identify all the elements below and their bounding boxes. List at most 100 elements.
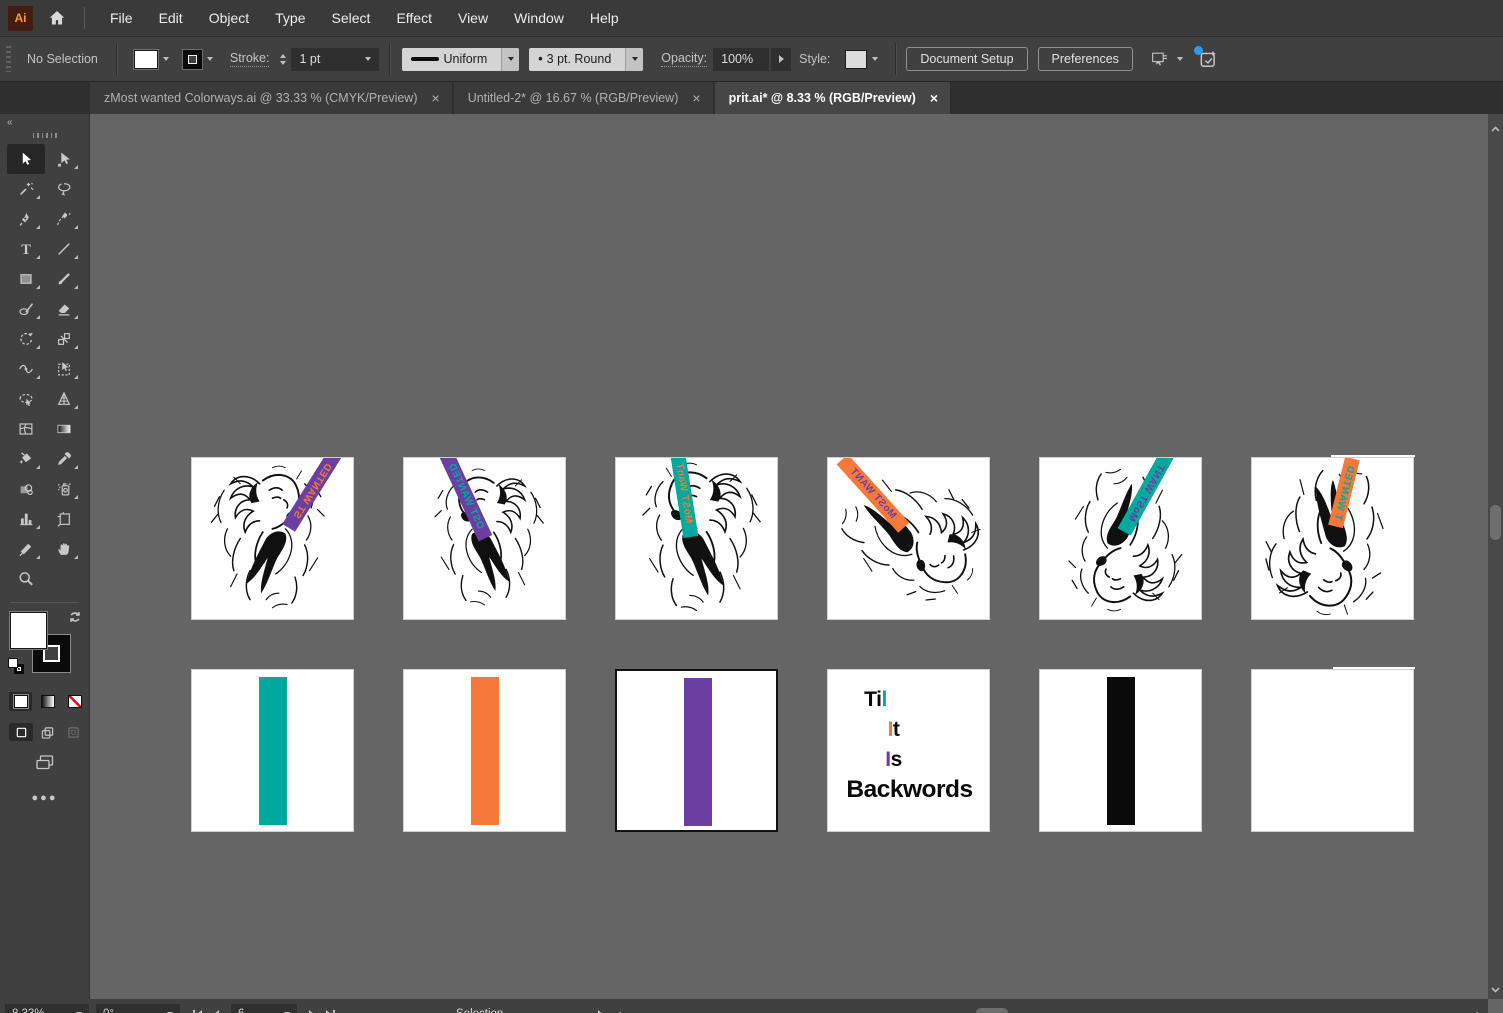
zoom-level-select[interactable]: 8.33%: [5, 1004, 89, 1013]
opacity-expand-button[interactable]: [771, 47, 792, 71]
fill-swatch[interactable]: [10, 612, 47, 649]
rotate-tool[interactable]: [7, 324, 45, 354]
chevron-down-icon[interactable]: [625, 47, 644, 71]
opacity-panel-link[interactable]: Opacity:: [661, 51, 708, 67]
scroll-down-icon[interactable]: [1488, 983, 1503, 997]
menu-view[interactable]: View: [445, 10, 501, 26]
scroll-up-icon[interactable]: [1488, 122, 1503, 136]
gradient-tool[interactable]: [45, 414, 83, 444]
rectangle-tool[interactable]: [7, 264, 45, 294]
last-artboard-button[interactable]: [320, 1009, 341, 1013]
stroke-weight-stepper[interactable]: [280, 53, 287, 65]
backwards-text-block[interactable]: Til It Is Backwords: [828, 670, 989, 805]
lasso-tool[interactable]: [45, 174, 83, 204]
mesh-tool[interactable]: [7, 414, 45, 444]
chevron-down-icon[interactable]: [501, 47, 520, 71]
type-tool[interactable]: T: [7, 234, 45, 264]
style-swatch[interactable]: [845, 49, 868, 69]
previous-artboard-button[interactable]: [208, 1009, 225, 1013]
artboard-number-select[interactable]: 6: [231, 1004, 297, 1013]
fill-swatch[interactable]: [133, 49, 158, 69]
menu-file[interactable]: File: [97, 10, 146, 26]
chevron-down-icon[interactable]: [162, 57, 169, 61]
horizontal-scroll-track[interactable]: [626, 1007, 1472, 1013]
home-icon[interactable]: [46, 7, 68, 29]
stray-line[interactable]: [1331, 455, 1415, 457]
artboard-10[interactable]: Til It Is Backwords: [827, 669, 990, 832]
draw-normal-button[interactable]: [9, 723, 33, 741]
preferences-button[interactable]: Preferences: [1037, 47, 1133, 71]
scroll-right-icon[interactable]: ›: [1472, 1006, 1484, 1013]
artboard-2[interactable]: OST WANTED: [403, 457, 566, 620]
perspective-grid-tool[interactable]: [45, 384, 83, 414]
color-button[interactable]: [9, 692, 32, 711]
artboard-4[interactable]: MoST WANT: [827, 457, 990, 620]
selection-tool[interactable]: [6, 144, 45, 174]
color-bar[interactable]: [1107, 677, 1135, 825]
artboard-3[interactable]: MoST WanT: [615, 457, 778, 620]
color-bar[interactable]: [259, 677, 287, 825]
stroke-swatch[interactable]: [182, 49, 202, 69]
eraser-tool[interactable]: [45, 294, 83, 324]
change-screen-mode-button[interactable]: [35, 754, 55, 776]
menu-select[interactable]: Select: [319, 10, 384, 26]
brush-definition-select[interactable]: • 3 pt. Round: [529, 47, 644, 71]
document-tab-2[interactable]: Untitled-2* @ 16.67 % (RGB/Preview) ×: [453, 82, 713, 114]
free-transform-tool[interactable]: [45, 354, 83, 384]
shaper-tool[interactable]: [7, 294, 45, 324]
direct-selection-tool[interactable]: [45, 144, 83, 174]
artboard-12[interactable]: [1251, 669, 1414, 832]
swap-fill-stroke-icon[interactable]: [68, 610, 82, 629]
arrange-documents-icon[interactable]: [1147, 47, 1173, 71]
scroll-left-icon[interactable]: ‹: [613, 1006, 625, 1013]
panel-grip[interactable]: [6, 46, 11, 72]
chevron-down-icon[interactable]: [872, 57, 879, 61]
menu-window[interactable]: Window: [501, 10, 577, 26]
edit-toolbar-button[interactable]: ●●●: [0, 792, 89, 804]
horizontal-scrollbar[interactable]: ‹ ›: [613, 1004, 1484, 1013]
stroke-panel-link[interactable]: Stroke:: [229, 51, 270, 67]
graphic-style-select[interactable]: [838, 45, 885, 73]
next-artboard-button[interactable]: [303, 1009, 320, 1013]
document-tab-1[interactable]: zMost wanted Colorways.ai @ 33.33 % (CMY…: [90, 82, 452, 114]
stray-line[interactable]: [1333, 667, 1415, 669]
vertical-scrollbar[interactable]: [1488, 114, 1503, 999]
artboard-5[interactable]: MoST WANT: [1039, 457, 1202, 620]
fill-color-control[interactable]: [127, 45, 176, 73]
line-segment-tool[interactable]: [45, 234, 83, 264]
width-tool[interactable]: [7, 354, 45, 384]
zoom-tool[interactable]: [7, 564, 45, 594]
collapse-panel-icon[interactable]: «: [7, 117, 89, 128]
menu-edit[interactable]: Edit: [146, 10, 196, 26]
artboard-7[interactable]: [191, 669, 354, 832]
chevron-down-icon[interactable]: [365, 57, 372, 61]
chevron-down-icon[interactable]: [1176, 57, 1183, 61]
pen-tool[interactable]: [7, 204, 45, 234]
hand-tool[interactable]: [45, 534, 83, 564]
menu-object[interactable]: Object: [196, 10, 262, 26]
column-graph-tool[interactable]: [7, 504, 45, 534]
artboard-9[interactable]: [615, 669, 778, 832]
live-paint-selection-tool[interactable]: [7, 474, 45, 504]
paintbrush-tool[interactable]: [45, 264, 83, 294]
horizontal-scroll-thumb[interactable]: [975, 1008, 1008, 1013]
artboard-8[interactable]: [403, 669, 566, 832]
document-tab-3[interactable]: prit.ai* @ 8.33 % (RGB/Preview) ×: [714, 82, 950, 114]
rotation-select[interactable]: 0°: [96, 1004, 180, 1013]
chevron-down-icon[interactable]: [206, 57, 213, 61]
first-artboard-button[interactable]: [187, 1009, 208, 1013]
menu-effect[interactable]: Effect: [383, 10, 445, 26]
color-bar[interactable]: [684, 678, 712, 826]
eyedropper-tool[interactable]: [45, 444, 83, 474]
vertical-scroll-thumb[interactable]: [1490, 505, 1501, 540]
none-button[interactable]: [63, 692, 86, 711]
stroke-color-control[interactable]: [176, 45, 220, 73]
live-paint-bucket-tool[interactable]: [7, 444, 45, 474]
width-profile-select[interactable]: Uniform: [402, 47, 520, 71]
tab-close-icon[interactable]: ×: [432, 90, 440, 106]
scale-tool[interactable]: [45, 324, 83, 354]
tab-close-icon[interactable]: ×: [692, 90, 700, 106]
artboard-1[interactable]: ST WANTED: [191, 457, 354, 620]
slice-tool[interactable]: [7, 534, 45, 564]
artboard-6[interactable]: T WANTED: [1251, 457, 1414, 620]
